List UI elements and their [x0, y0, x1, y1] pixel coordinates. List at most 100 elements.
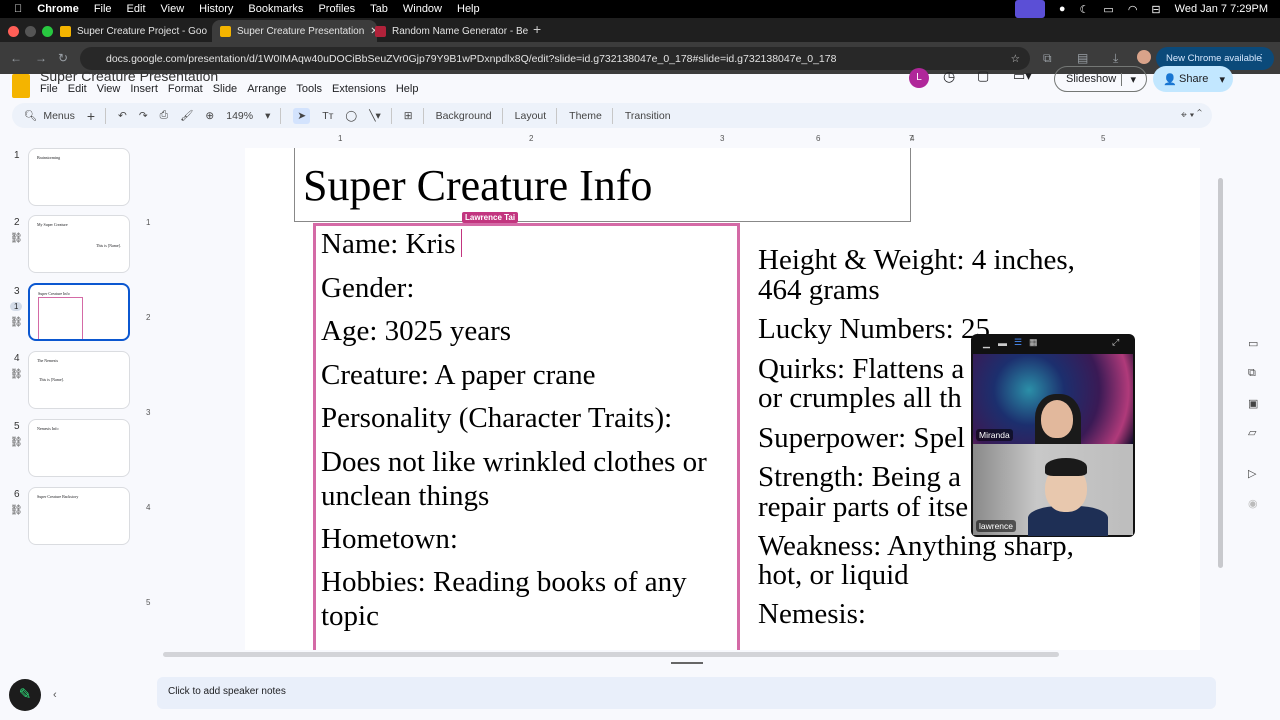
slides-logo[interactable] — [12, 74, 30, 98]
print-icon[interactable]: ⎙ — [160, 109, 168, 122]
menu-edit[interactable]: Edit — [68, 83, 87, 95]
menu-arrange[interactable]: Arrange — [247, 83, 286, 95]
clock[interactable]: Wed Jan 7 7:29PM — [1175, 3, 1268, 15]
browser-tab[interactable]: Super Creature Project - Goo✕ — [52, 20, 217, 42]
title-textbox[interactable]: Super Creature Info — [294, 148, 911, 222]
field-creature[interactable]: Creature: A paper crane — [321, 360, 596, 390]
slide-thumbnail-2[interactable]: My Super Creature This is [Name]. — [28, 215, 130, 273]
apple-icon[interactable]:  — [14, 3, 22, 15]
select-cursor-icon[interactable]: ➤ — [293, 107, 311, 124]
comment-icon[interactable]: ▢ — [977, 68, 989, 84]
slideshow-button[interactable]: Slideshow ▾ — [1054, 66, 1147, 92]
screen-share-icon[interactable] — [1014, 0, 1045, 18]
menu-window[interactable]: Window — [403, 3, 442, 15]
slide-thumbnail-6[interactable]: Super Creature Backstory — [28, 487, 130, 545]
menu-insert[interactable]: Insert — [130, 83, 158, 95]
video-icon[interactable]: ▷ — [1248, 467, 1256, 480]
field-hobbies-cont[interactable]: topic — [321, 601, 379, 631]
field-quirks-cont[interactable]: or crumples all th — [758, 383, 962, 413]
menu-profiles[interactable]: Profiles — [318, 3, 355, 15]
slide-thumbnail-4[interactable]: The Nemesis This is [Name]. — [28, 351, 130, 409]
field-quirks[interactable]: Quirks: Flattens a — [758, 354, 964, 384]
field-height-weight[interactable]: Height & Weight: 4 inches, — [758, 245, 1075, 275]
layout-button[interactable]: Layout — [515, 110, 547, 122]
text-box-icon[interactable]: Tт — [322, 110, 333, 122]
theme-button[interactable]: Theme — [569, 110, 602, 122]
menu-extensions[interactable]: Extensions — [332, 83, 386, 95]
wifi-icon[interactable]: ◠ — [1128, 3, 1138, 16]
chevron-down-icon[interactable]: ▾ — [265, 110, 270, 122]
search-menus[interactable]: Menus — [43, 110, 75, 122]
minimize-window-icon[interactable] — [25, 26, 36, 37]
field-hometown[interactable]: Hometown: — [321, 524, 458, 554]
moon-icon[interactable]: ☾ — [1080, 3, 1090, 16]
app-name[interactable]: Chrome — [37, 3, 79, 15]
new-slide-icon[interactable]: + — [87, 108, 95, 124]
notes-resize-handle[interactable] — [671, 662, 703, 664]
gallery-view-icon[interactable]: ▦ — [1029, 337, 1038, 348]
field-name[interactable]: Name: Kris — [321, 229, 456, 259]
new-tab-icon[interactable]: + — [533, 21, 541, 37]
undo-icon[interactable]: ↶ — [118, 110, 127, 122]
menu-file[interactable]: File — [94, 3, 112, 15]
speaker-view-icon[interactable]: ▬ — [998, 338, 1007, 348]
shape-icon[interactable]: ◯ — [345, 110, 357, 122]
field-personality-value[interactable]: Does not like wrinkled clothes or — [321, 447, 707, 477]
menu-bookmarks[interactable]: Bookmarks — [248, 3, 303, 15]
contacts-icon[interactable]: ▣ — [1248, 397, 1258, 410]
search-icon[interactable]: 🔍︎ — [24, 109, 37, 122]
meet-icon[interactable]: ▭▾ — [1013, 68, 1032, 84]
user-avatar[interactable]: L — [909, 68, 929, 88]
forward-icon[interactable]: → — [35, 51, 47, 65]
close-window-icon[interactable] — [8, 26, 19, 37]
slide-title[interactable]: Super Creature Info — [303, 160, 652, 211]
field-superpower[interactable]: Superpower: Spel — [758, 423, 965, 453]
comment-add-icon[interactable]: ⊞ — [404, 110, 413, 122]
chevron-down-icon[interactable]: ▾ — [1121, 72, 1136, 86]
zoom-icon[interactable]: ⊕ — [205, 110, 214, 122]
video-call-overlay[interactable]: ▁ ▬ ☰ ▦ ⤢ Miranda lawrence — [971, 334, 1135, 537]
slide-thumbnail-5[interactable]: Nemesis Info — [28, 419, 130, 477]
slide-thumbnail-3[interactable]: Super Creature Info — [28, 283, 130, 341]
menu-tab[interactable]: Tab — [370, 3, 388, 15]
document-title[interactable]: Super Creature Presentation — [40, 68, 218, 84]
slide-thumbnail-1[interactable]: Brainstorming — [28, 148, 130, 206]
redo-icon[interactable]: ↷ — [139, 110, 148, 122]
pen-icon[interactable]: ✎ — [9, 679, 41, 711]
menu-help[interactable]: Help — [396, 83, 419, 95]
field-gender[interactable]: Gender: — [321, 273, 414, 303]
more-icon[interactable]: ⋮ — [1257, 53, 1267, 64]
record-icon[interactable]: ◉ — [1248, 497, 1258, 510]
folder-icon[interactable]: ▱ — [1248, 426, 1256, 439]
expand-icon[interactable]: ⤢ — [1112, 337, 1119, 348]
battery-icon[interactable]: ▭ — [1103, 3, 1113, 16]
history-icon[interactable]: ◷ — [943, 68, 955, 85]
photos-icon[interactable]: ⧉ — [1248, 367, 1256, 380]
field-weakness-cont[interactable]: hot, or liquid — [758, 560, 909, 590]
field-lucky-numbers[interactable]: Lucky Numbers: 25 — [758, 314, 990, 344]
speaker-notes[interactable]: Click to add speaker notes — [157, 677, 1216, 709]
share-button[interactable]: 👤 Share ▾ — [1153, 66, 1233, 92]
zoom-icon[interactable]: ● — [1059, 3, 1066, 15]
field-personality-value-cont[interactable]: unclean things — [321, 481, 489, 511]
menu-format[interactable]: Format — [168, 83, 203, 95]
participant-video-lawrence[interactable]: lawrence — [973, 444, 1133, 536]
field-age[interactable]: Age: 3025 years — [321, 316, 511, 346]
field-height-weight-cont[interactable]: 464 grams — [758, 275, 880, 305]
menu-tools[interactable]: Tools — [296, 83, 322, 95]
participant-video-miranda[interactable]: Miranda — [973, 354, 1133, 446]
menu-view[interactable]: View — [97, 83, 121, 95]
horizontal-scrollbar[interactable] — [163, 652, 1059, 657]
keep-icon[interactable]: ▭ — [1248, 337, 1258, 350]
field-strength-cont[interactable]: repair parts of itse — [758, 492, 968, 522]
control-center-icon[interactable]: ⊟ — [1151, 3, 1160, 16]
reading-list-icon[interactable]: ▤ — [1077, 51, 1088, 65]
field-nemesis[interactable]: Nemesis: — [758, 599, 866, 629]
profile-avatar[interactable] — [1137, 50, 1151, 64]
field-strength[interactable]: Strength: Being a — [758, 462, 961, 492]
menu-history[interactable]: History — [199, 3, 233, 15]
browser-tab-active[interactable]: Super Creature Presentation ✕ — [212, 20, 377, 42]
line-icon[interactable]: ╲▾ — [369, 110, 381, 122]
collapse-filmstrip-icon[interactable]: ‹ — [53, 689, 57, 701]
download-icon[interactable]: ⤓ — [1113, 51, 1118, 66]
